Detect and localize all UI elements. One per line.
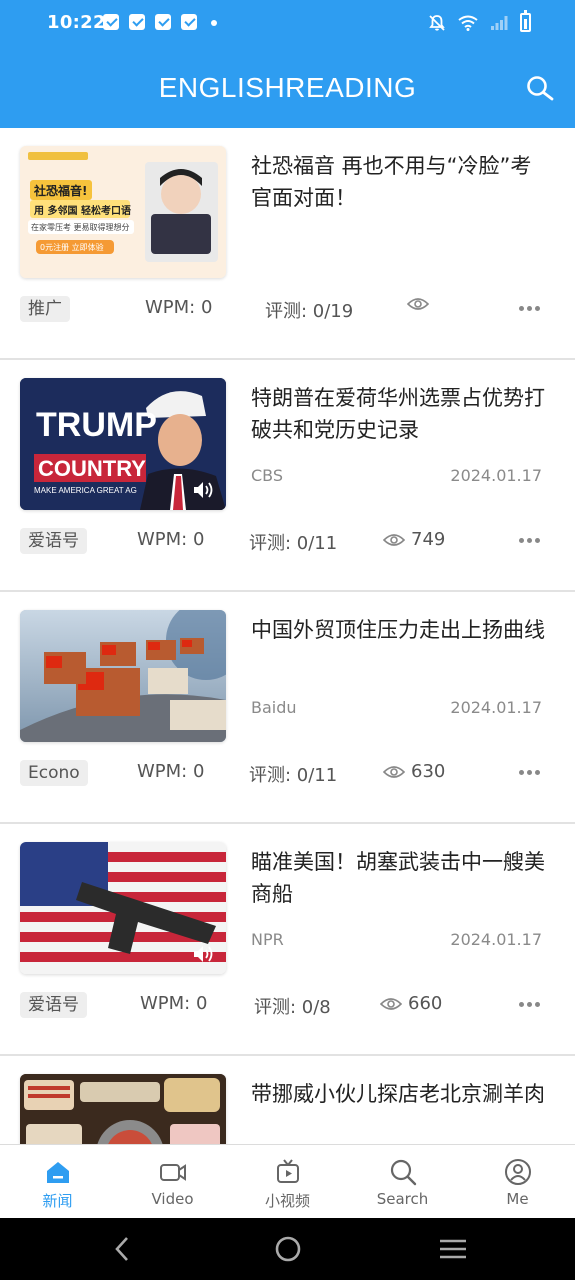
eye-icon bbox=[380, 997, 402, 1010]
notification-bag-icon bbox=[155, 14, 171, 30]
article-source: Baidu bbox=[251, 698, 297, 717]
article-card[interactable]: TRUMP COUNTRY MAKE AMERICA GREAT AG 特朗普在… bbox=[0, 360, 575, 592]
silent-bell-icon bbox=[429, 14, 445, 31]
hotpot-thumbnail-image bbox=[20, 1074, 226, 1144]
page-title: ENGLISHREADING bbox=[158, 72, 417, 103]
back-icon[interactable] bbox=[112, 1236, 132, 1262]
status-time: 10:22 bbox=[47, 12, 106, 33]
notification-bag-icon bbox=[103, 14, 119, 30]
evaluation-score: 评测: 0/11 bbox=[249, 765, 338, 786]
nav-label: Me bbox=[506, 1190, 529, 1208]
bottom-nav: 新闻 Video 小视频 Search Me bbox=[0, 1144, 575, 1218]
wifi-icon bbox=[458, 15, 478, 31]
article-card[interactable]: 中国外贸顶住压力走出上扬曲线 Baidu 2024.01.17 Econo WP… bbox=[0, 592, 575, 824]
article-thumbnail[interactable] bbox=[20, 842, 226, 974]
search-icon bbox=[390, 1159, 416, 1186]
article-source: NPR bbox=[251, 930, 284, 949]
article-thumbnail[interactable] bbox=[20, 610, 226, 742]
views-count bbox=[407, 297, 435, 311]
article-headline[interactable]: 特朗普在爱荷华州选票占优势打破共和党历史记录 bbox=[251, 382, 551, 446]
audio-icon bbox=[194, 482, 213, 498]
thumb-text-trump: TRUMP bbox=[36, 406, 157, 444]
system-nav-bar bbox=[0, 1218, 575, 1280]
more-options-icon[interactable] bbox=[519, 530, 543, 550]
audio-icon bbox=[194, 946, 213, 962]
article-date: 2024.01.17 bbox=[450, 930, 542, 949]
wpm-value: WPM: 0 bbox=[140, 993, 208, 1014]
more-notifications-dot bbox=[211, 20, 217, 26]
category-tag: Econo bbox=[20, 760, 88, 786]
evaluation-score: 评测: 0/19 bbox=[265, 301, 354, 322]
article-thumbnail[interactable] bbox=[20, 1074, 226, 1144]
article-meta: 爱语号 WPM: 0 评测: 0/8 660 bbox=[20, 992, 555, 1018]
battery-icon bbox=[520, 10, 531, 32]
views-number: 749 bbox=[411, 529, 446, 550]
search-icon[interactable] bbox=[525, 74, 555, 104]
views-count: 749 bbox=[383, 529, 445, 550]
notification-bag-icon bbox=[129, 14, 145, 30]
article-headline[interactable]: 带挪威小伙儿探店老北京涮羊肉 bbox=[251, 1078, 551, 1110]
views-number: 630 bbox=[411, 761, 446, 782]
article-card[interactable]: 带挪威小伙儿探店老北京涮羊肉 bbox=[0, 1056, 575, 1144]
wpm-value: WPM: 0 bbox=[137, 761, 205, 782]
views-count: 630 bbox=[383, 761, 445, 782]
eye-icon bbox=[383, 765, 405, 778]
article-card[interactable]: 瞄准美国！胡塞武装击中一艘美商船 NPR 2024.01.17 爱语号 WPM:… bbox=[0, 824, 575, 1056]
status-bar: 10:22 bbox=[0, 0, 575, 48]
article-list[interactable]: 社恐福音! 用 多邻国 轻松考口语 在家零压考 更易取得理想分 0元注册 立即体… bbox=[0, 128, 575, 1144]
ad-headline: 社恐福音! bbox=[34, 184, 88, 198]
user-icon bbox=[504, 1159, 531, 1185]
video-camera-icon bbox=[159, 1164, 186, 1181]
more-options-icon[interactable] bbox=[519, 298, 543, 318]
signal-icon bbox=[491, 15, 508, 30]
article-headline[interactable]: 社恐福音 再也不用与“冷脸”考官面对面！ bbox=[251, 150, 551, 214]
nav-me[interactable]: Me bbox=[460, 1145, 575, 1218]
ad-cta: 0元注册 立即体验 bbox=[40, 243, 104, 252]
home-icon bbox=[46, 1162, 69, 1183]
wpm-value: WPM: 0 bbox=[145, 297, 213, 318]
nav-short-video[interactable]: 小视频 bbox=[230, 1145, 345, 1218]
evaluation-score: 评测: 0/8 bbox=[254, 997, 331, 1018]
nav-label: Video bbox=[151, 1190, 194, 1208]
article-meta: 爱语号 WPM: 0 评测: 0/11 749 bbox=[20, 528, 555, 554]
eye-icon bbox=[383, 533, 405, 546]
evaluation-score: 评测: 0/11 bbox=[249, 533, 338, 554]
nav-search[interactable]: Search bbox=[345, 1145, 460, 1218]
category-tag: 爱语号 bbox=[20, 992, 87, 1018]
thumb-text-country: COUNTRY bbox=[38, 456, 146, 481]
article-thumbnail[interactable]: TRUMP COUNTRY MAKE AMERICA GREAT AG bbox=[20, 378, 226, 510]
article-thumbnail[interactable]: 社恐福音! 用 多邻国 轻松考口语 在家零压考 更易取得理想分 0元注册 立即体… bbox=[20, 146, 226, 278]
nav-label: 小视频 bbox=[264, 1192, 310, 1210]
eye-icon bbox=[407, 298, 429, 310]
more-options-icon[interactable] bbox=[519, 762, 543, 782]
tv-play-icon bbox=[276, 1159, 299, 1183]
status-icons bbox=[428, 10, 531, 32]
nav-label: Search bbox=[376, 1190, 429, 1208]
article-meta: 推广 WPM: 0 评测: 0/19 bbox=[20, 296, 555, 322]
article-source: CBS bbox=[251, 466, 284, 485]
article-card[interactable]: 社恐福音! 用 多邻国 轻松考口语 在家零压考 更易取得理想分 0元注册 立即体… bbox=[0, 128, 575, 360]
category-tag: 推广 bbox=[20, 296, 70, 322]
views-count: 660 bbox=[380, 993, 442, 1014]
ad-tagline: 在家零压考 更易取得理想分 bbox=[31, 223, 130, 232]
more-options-icon[interactable] bbox=[519, 994, 543, 1014]
article-meta: Econo WPM: 0 评测: 0/11 630 bbox=[20, 760, 555, 786]
nav-news[interactable]: 新闻 bbox=[0, 1145, 115, 1218]
article-headline[interactable]: 中国外贸顶住压力走出上扬曲线 bbox=[251, 614, 551, 646]
recent-apps-icon[interactable] bbox=[439, 1238, 467, 1260]
trade-thumbnail-image bbox=[20, 610, 226, 742]
article-date: 2024.01.17 bbox=[450, 698, 542, 717]
article-date: 2024.01.17 bbox=[450, 466, 542, 485]
nav-label: 新闻 bbox=[42, 1192, 73, 1210]
category-tag: 爱语号 bbox=[20, 528, 87, 554]
thumb-text-slogan: MAKE AMERICA GREAT AG bbox=[34, 486, 137, 495]
article-headline[interactable]: 瞄准美国！胡塞武装击中一艘美商船 bbox=[251, 846, 551, 910]
views-number: 660 bbox=[408, 993, 443, 1014]
app-header: 10:22 ENGLISHREADING bbox=[0, 0, 575, 128]
wpm-value: WPM: 0 bbox=[137, 529, 205, 550]
nav-video[interactable]: Video bbox=[115, 1145, 230, 1218]
home-button-icon[interactable] bbox=[274, 1235, 302, 1263]
notification-bag-icon bbox=[181, 14, 197, 30]
ad-subheadline: 用 多邻国 轻松考口语 bbox=[34, 206, 131, 217]
